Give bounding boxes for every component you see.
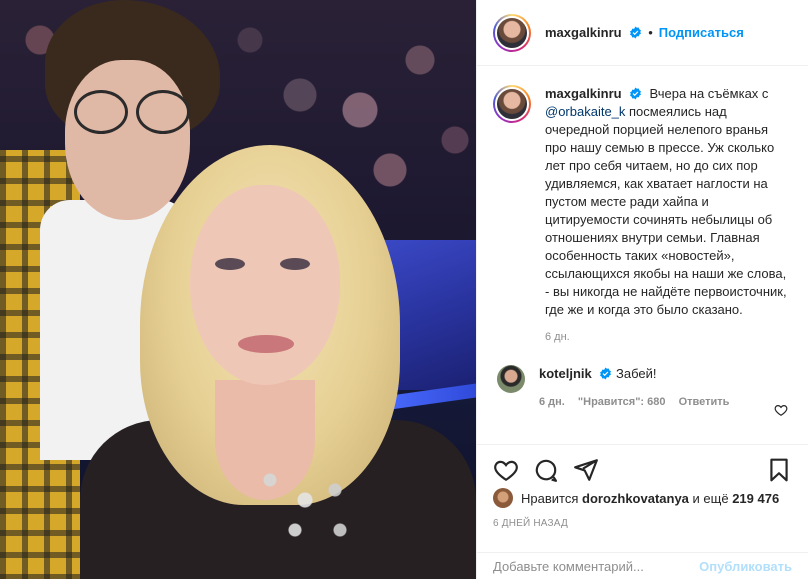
comment-input[interactable] (493, 558, 700, 574)
likes-prefix: Нравится (521, 490, 579, 506)
caption-avatar[interactable] (493, 85, 531, 123)
verified-badge-icon (600, 367, 612, 380)
commenter-username[interactable]: koteljnik (539, 366, 592, 381)
comment-item: koteljnik Забей! 6 дн. "Нравится": 680 О… (493, 365, 792, 411)
post-timestamp[interactable]: 6 ДНЕЙ НАЗАД (493, 518, 568, 529)
comment-text: koteljnik Забей! 6 дн. "Нравится": 680 О… (539, 365, 759, 411)
comment-bar: Опубликовать (477, 552, 808, 579)
author-username[interactable]: maxgalkinru (545, 25, 642, 40)
likes-middle: и ещё (692, 490, 729, 506)
verified-badge-icon (630, 26, 642, 39)
caption-part-2: посмеялись над очередной порцией нелепог… (545, 104, 787, 317)
comment-likes[interactable]: "Нравится": 680 (578, 396, 666, 408)
author-avatar[interactable] (493, 13, 531, 52)
comment-meta: 6 дн. "Нравится": 680 Ответить (539, 393, 759, 411)
share-icon[interactable] (573, 457, 599, 483)
star-necklace (250, 420, 360, 550)
small-heart-icon[interactable] (774, 403, 788, 417)
caption-time[interactable]: 6 дн. (545, 331, 792, 343)
post-photo[interactable] (0, 0, 476, 579)
lips (238, 335, 294, 353)
caption-body: Вчера на съёмках с @orbakaite_k посмеяли… (545, 86, 787, 317)
comments-area[interactable]: maxgalkinru Вчера на съёмках с @orbakait… (477, 67, 808, 444)
caption: maxgalkinru Вчера на съёмках с @orbakait… (493, 85, 792, 319)
woman-face (190, 185, 340, 385)
liker-avatar[interactable] (493, 488, 513, 508)
liker-username[interactable]: dorozhkovatanya (582, 491, 689, 506)
caption-text: maxgalkinru Вчера на съёмках с @orbakait… (545, 85, 792, 319)
reply-button[interactable]: Ответить (679, 396, 730, 408)
separator-dot: • (648, 25, 653, 40)
follow-button[interactable]: Подписаться (659, 25, 744, 40)
avatar-image (495, 15, 529, 50)
caption-username[interactable]: maxgalkinru (545, 86, 622, 101)
comment-time[interactable]: 6 дн. (539, 396, 565, 408)
likes-count[interactable]: 219 476 (732, 491, 779, 506)
man-face (65, 60, 190, 220)
left-eye (215, 258, 245, 270)
verified-badge-icon (630, 87, 642, 100)
right-eye (280, 258, 310, 270)
likes-summary: Нравится dorozhkovatanya и ещё 219 476 (493, 488, 779, 508)
bookmark-icon[interactable] (766, 457, 792, 483)
comment-icon[interactable] (533, 457, 559, 483)
commenter-avatar[interactable] (497, 365, 525, 393)
instagram-post: maxgalkinru • Подписаться maxgalkinru Вч… (0, 0, 808, 579)
action-bar (477, 444, 808, 494)
post-side-panel: maxgalkinru • Подписаться maxgalkinru Вч… (476, 0, 808, 579)
likes-text: Нравится dorozhkovatanya и ещё 219 476 (521, 491, 779, 506)
glasses (70, 90, 190, 134)
post-header: maxgalkinru • Подписаться (477, 0, 808, 66)
heart-icon[interactable] (493, 457, 519, 483)
publish-button[interactable]: Опубликовать (699, 559, 792, 574)
mention-link[interactable]: @orbakaite_k (545, 104, 625, 119)
comment-body: Забей! (616, 366, 657, 381)
caption-avatar-image (495, 87, 529, 121)
caption-part-1: Вчера на съёмках с (649, 86, 769, 101)
author-username-text[interactable]: maxgalkinru (545, 25, 622, 40)
